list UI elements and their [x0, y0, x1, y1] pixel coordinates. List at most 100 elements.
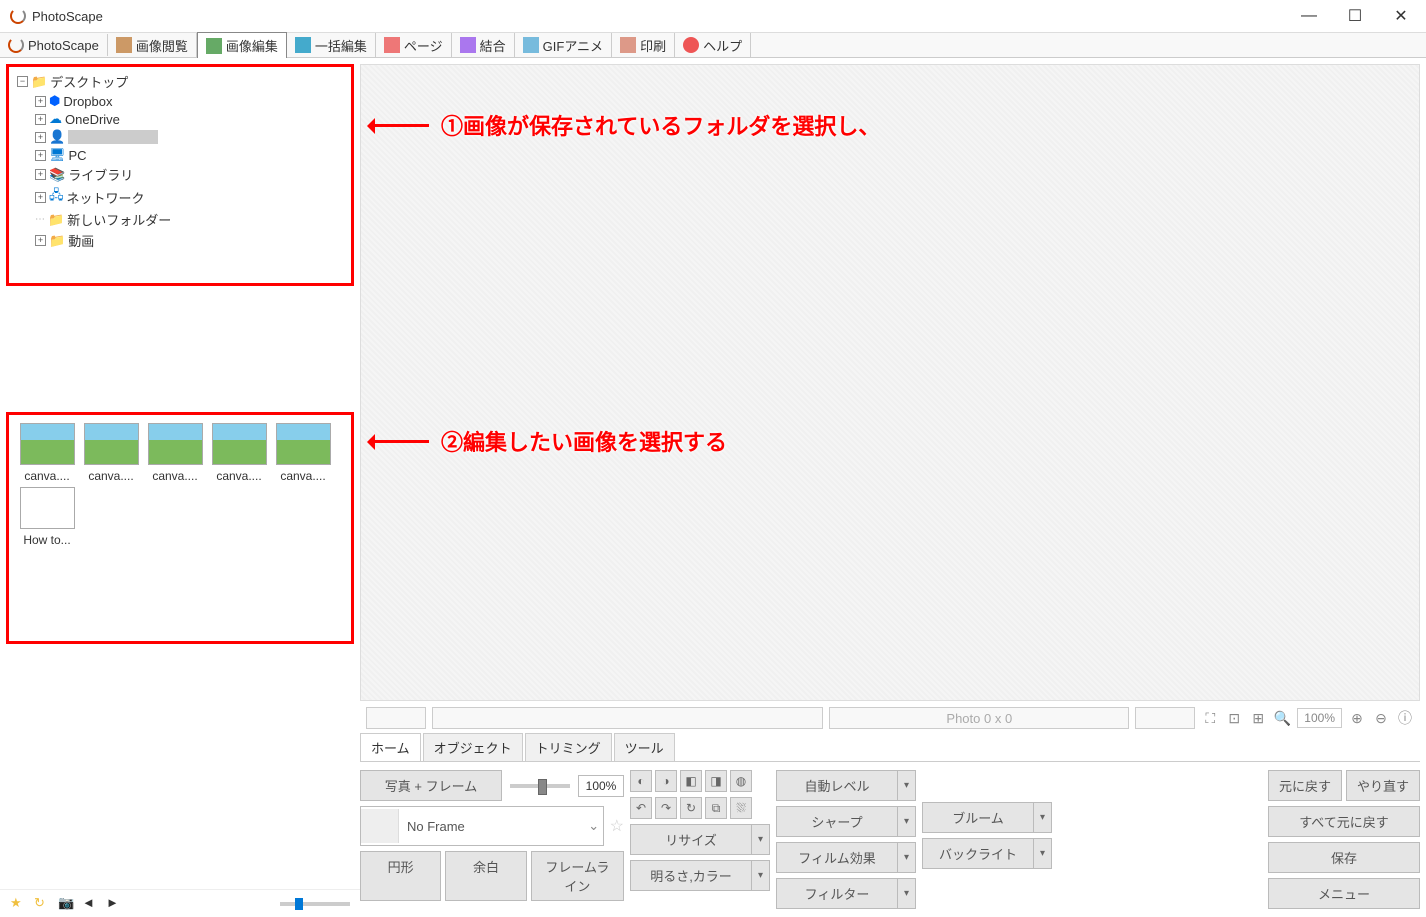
undo-button[interactable]: 元に戻す	[1268, 770, 1342, 801]
thumb-item[interactable]: canva....	[273, 423, 333, 483]
control-panel: 写真 + フレーム 100% No Frame ⌄ ☆ 円形 余白 フレームライ…	[360, 762, 1426, 917]
rotate-left-icon[interactable]: ◐	[630, 770, 652, 792]
auto-level-dropdown[interactable]: ▾	[898, 770, 916, 801]
frameline-button[interactable]: フレームライン	[531, 851, 624, 901]
tab-help[interactable]: ヘルプ	[675, 33, 751, 58]
info-icon[interactable]: ⓘ	[1396, 709, 1414, 727]
thumb-item[interactable]: canva....	[17, 423, 77, 483]
tab-object[interactable]: オブジェクト	[423, 733, 523, 761]
rotate-icons-row: ◐ ◑ ◧ ◨ ◍	[630, 770, 770, 792]
film-dropdown[interactable]: ▾	[898, 842, 916, 873]
zoom-in-icon[interactable]: ⊕	[1348, 709, 1366, 727]
arrow-icon	[369, 440, 429, 443]
tree-newfolder[interactable]: ⋯📁新しいフォルダー	[13, 209, 347, 230]
tab-home[interactable]: ホーム	[360, 733, 421, 761]
bright-dropdown[interactable]: ▾	[752, 860, 770, 891]
favorite-star-icon[interactable]: ☆	[610, 816, 624, 836]
resize-dropdown[interactable]: ▾	[752, 824, 770, 855]
thumb-item[interactable]: canva....	[81, 423, 141, 483]
tab-crop[interactable]: トリミング	[525, 733, 612, 761]
tab-tools[interactable]: ツール	[614, 733, 675, 761]
tree-libraries[interactable]: +📚ライブラリ	[13, 164, 347, 185]
tab-gif[interactable]: GIFアニメ	[515, 33, 612, 58]
bloom-button[interactable]: ブルーム	[922, 802, 1034, 833]
tree-root[interactable]: −📁デスクトップ	[13, 71, 347, 92]
rotate-right-icon[interactable]: ◑	[655, 770, 677, 792]
tab-page[interactable]: ページ	[376, 33, 452, 58]
backlight-button[interactable]: バックライト	[922, 838, 1034, 869]
rotate-cw-icon[interactable]: ↻	[680, 797, 702, 819]
tree-pc[interactable]: +🖥PC	[13, 146, 347, 164]
save-button[interactable]: 保存	[1268, 842, 1420, 873]
titlebar: PhotoScape — ☐ ✕	[0, 0, 1426, 32]
frame-percent[interactable]: 100%	[578, 775, 624, 797]
folder-tree[interactable]: −📁デスクトップ +⬢Dropbox +☁OneDrive +👤 +🖥PC +📚…	[6, 64, 354, 286]
bright-color-button[interactable]: 明るさ,カラー	[630, 860, 752, 891]
canvas[interactable]: ①画像が保存されているフォルダを選択し、 ②編集したい画像を選択する	[360, 64, 1420, 701]
crop-icon[interactable]: ⧉	[705, 797, 727, 819]
tree-dropbox[interactable]: +⬢Dropbox	[13, 92, 347, 110]
straighten-icon[interactable]: ⛆	[730, 797, 752, 819]
maximize-button[interactable]: ☐	[1332, 1, 1378, 31]
zoom-fit-icon[interactable]: 🔍	[1273, 709, 1291, 727]
fit-icon[interactable]: ⊡	[1225, 709, 1243, 727]
frame-slider[interactable]	[510, 784, 570, 788]
prev-icon[interactable]: ◄	[82, 895, 100, 913]
bloom-dropdown[interactable]: ▾	[1034, 802, 1052, 833]
actual-icon[interactable]: ⊞	[1249, 709, 1267, 727]
next-icon[interactable]: ►	[106, 895, 124, 913]
thumb-item[interactable]: canva....	[145, 423, 205, 483]
filter-dropdown[interactable]: ▾	[898, 878, 916, 909]
tab-editor[interactable]: 画像編集	[197, 32, 287, 58]
annotation-1: ①画像が保存されているフォルダを選択し、	[369, 109, 880, 141]
menu-button[interactable]: メニュー	[1268, 878, 1420, 909]
thumb-item[interactable]: canva....	[209, 423, 269, 483]
flip-v-icon[interactable]: ◨	[705, 770, 727, 792]
tab-batch[interactable]: 一括編集	[287, 33, 376, 58]
photo-frame-button[interactable]: 写真 + フレーム	[360, 770, 502, 801]
tab-viewer[interactable]: 画像閲覧	[108, 33, 197, 58]
window-title: PhotoScape	[32, 9, 103, 24]
photo-dimensions: Photo 0 x 0	[829, 707, 1129, 729]
info-slot	[1135, 707, 1195, 729]
backlight-dropdown[interactable]: ▾	[1034, 838, 1052, 869]
film-button[interactable]: フィルム効果	[776, 842, 898, 873]
editor-tabs: ホーム オブジェクト トリミング ツール	[360, 733, 1420, 762]
camera-icon[interactable]: 📷	[58, 895, 76, 913]
thumb-size-slider[interactable]	[280, 902, 350, 906]
annotation-2: ②編集したい画像を選択する	[369, 425, 727, 457]
chevron-down-icon[interactable]: ⌄	[585, 818, 603, 834]
thumb-item[interactable]: How to...	[17, 487, 77, 547]
frame-preview-icon	[361, 809, 399, 843]
info-slot	[366, 707, 426, 729]
refresh-icon[interactable]: ↻	[34, 895, 52, 913]
tab-combine[interactable]: 結合	[452, 33, 515, 58]
zoom-out-icon[interactable]: ⊖	[1372, 709, 1390, 727]
sharpen-dropdown[interactable]: ▾	[898, 806, 916, 837]
margin-button[interactable]: 余白	[445, 851, 526, 901]
tree-onedrive[interactable]: +☁OneDrive	[13, 110, 347, 128]
frame-selector[interactable]: No Frame ⌄	[360, 806, 604, 846]
flip-h-icon[interactable]: ◧	[680, 770, 702, 792]
tree-user[interactable]: +👤	[13, 128, 347, 146]
minimize-button[interactable]: —	[1286, 1, 1332, 31]
invert-icon[interactable]: ◍	[730, 770, 752, 792]
round-button[interactable]: 円形	[360, 851, 441, 901]
resize-button[interactable]: リサイズ	[630, 824, 752, 855]
close-button[interactable]: ✕	[1378, 1, 1424, 31]
sharpen-button[interactable]: シャープ	[776, 806, 898, 837]
undo-all-button[interactable]: すべて元に戻す	[1268, 806, 1420, 837]
tree-network[interactable]: +🖧ネットワーク	[13, 185, 347, 209]
thumbnail-panel[interactable]: canva.... canva.... canva.... canva.... …	[6, 412, 354, 644]
tab-print[interactable]: 印刷	[612, 33, 675, 58]
star-icon[interactable]: ★	[10, 895, 28, 913]
expand-icon[interactable]: ⛶	[1201, 709, 1219, 727]
redo-button[interactable]: やり直す	[1346, 770, 1420, 801]
tree-video[interactable]: +📁動画	[13, 230, 347, 251]
main-toolbar: PhotoScape 画像閲覧 画像編集 一括編集 ページ 結合 GIFアニメ …	[0, 32, 1426, 58]
auto-level-button[interactable]: 自動レベル	[776, 770, 898, 801]
undo-step-icon[interactable]: ↶	[630, 797, 652, 819]
tab-photoscape[interactable]: PhotoScape	[0, 34, 108, 56]
redo-step-icon[interactable]: ↷	[655, 797, 677, 819]
filter-button[interactable]: フィルター	[776, 878, 898, 909]
